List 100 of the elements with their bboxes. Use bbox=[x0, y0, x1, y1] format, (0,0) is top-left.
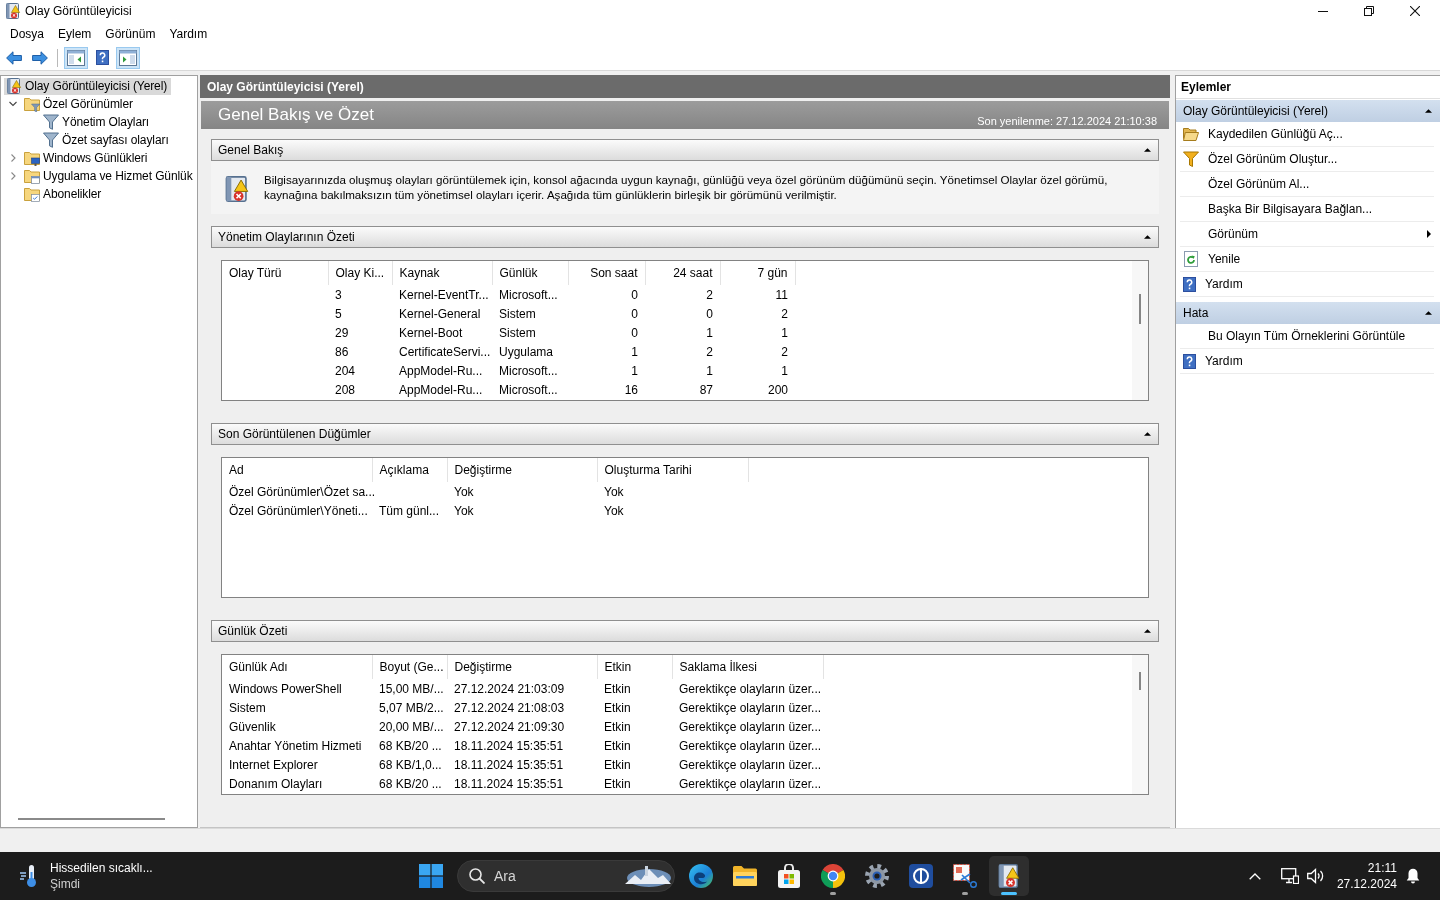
monitor-icon[interactable] bbox=[1280, 868, 1299, 884]
monitor-folder-icon bbox=[24, 150, 40, 166]
table-cell: Gerektikçe olayların üzer... bbox=[672, 679, 823, 698]
table-cell-text: 68 KB/1,0... bbox=[378, 756, 443, 774]
back-arrow-icon bbox=[6, 50, 22, 65]
column-header[interactable]: Olay Ki... bbox=[328, 261, 392, 285]
tree-item[interactable]: Windows Günlükleri bbox=[22, 149, 152, 167]
table-cell-text: CertificateServi... bbox=[398, 343, 492, 361]
chevron-right-icon[interactable] bbox=[9, 154, 17, 162]
table-cell-text: 1 bbox=[705, 324, 714, 342]
clock-time[interactable]: 21:11 bbox=[1367, 860, 1397, 876]
action-pane-button[interactable] bbox=[116, 46, 140, 69]
column-header[interactable]: Açıklama bbox=[372, 458, 447, 482]
column-header[interactable]: Kaynak bbox=[392, 261, 492, 285]
action-item[interactable]: Yenile bbox=[1180, 247, 1434, 272]
weather-title[interactable]: Hissedilen sıcaklı... bbox=[50, 860, 153, 876]
section-header[interactable]: Son Görüntülenen Düğümler bbox=[211, 423, 1159, 445]
menu-item[interactable]: Görünüm bbox=[98, 24, 163, 43]
chevron-down-icon[interactable] bbox=[9, 100, 17, 108]
column-header[interactable]: 24 saat bbox=[645, 261, 720, 285]
table-cell: Windows PowerShell bbox=[222, 679, 372, 698]
table-cell-text: 18.11.2024 15:35:51 bbox=[453, 737, 565, 755]
panel-title: Olay Görüntüleyicisi (Yerel) bbox=[200, 75, 1170, 98]
action-item[interactable]: Özel Görünüm Oluştur... bbox=[1180, 147, 1434, 172]
collapse-icon[interactable] bbox=[1144, 235, 1151, 239]
column-header[interactable]: Etkin bbox=[597, 655, 672, 679]
tree-item[interactable]: Uygulama ve Hizmet Günlük bbox=[22, 167, 197, 185]
section-header[interactable]: Günlük Özeti bbox=[211, 620, 1159, 642]
column-header[interactable]: Olay Türü bbox=[222, 261, 328, 285]
column-header[interactable]: Saklama İlkesi bbox=[672, 655, 823, 679]
action-group-header[interactable]: Olay Görüntüleyicisi (Yerel) bbox=[1176, 100, 1440, 122]
minimize-icon bbox=[1318, 10, 1328, 12]
action-item[interactable]: Kaydedilen Günlüğü Aç... bbox=[1180, 122, 1434, 147]
tree-item[interactable]: Olay Görüntüleyicisi (Yerel) bbox=[4, 77, 172, 95]
table-cell-text: Kernel-Boot bbox=[398, 324, 464, 342]
clock-date[interactable]: 27.12.2024 bbox=[1336, 876, 1397, 892]
table-cell-text: 16 bbox=[623, 381, 639, 399]
chevron-right-icon[interactable] bbox=[9, 172, 17, 180]
table-cell-text: Yok bbox=[603, 502, 625, 520]
column-header[interactable]: Ad bbox=[222, 458, 372, 482]
section-header[interactable]: Genel Bakış bbox=[211, 139, 1159, 161]
bell-icon[interactable] bbox=[1406, 868, 1420, 884]
event-log-icon bbox=[6, 78, 22, 94]
column-header[interactable]: Günlük bbox=[492, 261, 568, 285]
action-group-header[interactable]: Hata bbox=[1176, 302, 1440, 324]
tree-item[interactable]: Yönetim Olayları bbox=[41, 113, 154, 131]
table-cell-text: 5 bbox=[334, 305, 343, 323]
search-field[interactable]: Ara bbox=[457, 860, 675, 892]
column-header[interactable]: 7 gün bbox=[720, 261, 795, 285]
table-cell-text: 27.12.2024 21:08:03 bbox=[453, 699, 566, 717]
table-cell-text: Internet Explorer bbox=[228, 756, 319, 774]
app-tile-icon bbox=[909, 864, 933, 888]
section-header[interactable]: Yönetim Olaylarının Özeti bbox=[211, 226, 1159, 248]
left-pane-icon bbox=[67, 49, 85, 66]
speaker-icon[interactable] bbox=[1306, 868, 1325, 884]
menu-item[interactable]: Yardım bbox=[162, 24, 215, 43]
action-item[interactable]: Özel Görünüm Al... bbox=[1180, 172, 1434, 197]
menu-item[interactable]: Eylem bbox=[51, 24, 99, 43]
table-cell-text: 86 bbox=[334, 343, 350, 361]
tree-item[interactable]: Özet sayfası olayları bbox=[41, 131, 173, 149]
table-cell-text: 68 KB/20 ... bbox=[378, 737, 443, 755]
column-header[interactable]: Boyut (Ge... bbox=[372, 655, 447, 679]
column-header[interactable]: Değiştirme bbox=[447, 655, 597, 679]
tree-item[interactable]: Özel Görünümler bbox=[22, 95, 137, 113]
column-header[interactable]: Oluşturma Tarihi bbox=[597, 458, 748, 482]
table-cell-text: 87 bbox=[698, 381, 714, 399]
collapse-icon[interactable] bbox=[1144, 629, 1151, 633]
collapse-icon[interactable] bbox=[1425, 311, 1432, 315]
vertical-scrollbar[interactable] bbox=[1132, 261, 1148, 400]
column-header[interactable]: Değiştirme bbox=[447, 458, 597, 482]
collapse-icon[interactable] bbox=[1144, 148, 1151, 152]
window-folder-icon bbox=[24, 168, 40, 184]
table-cell: Etkin bbox=[597, 679, 672, 698]
vertical-scrollbar[interactable] bbox=[1132, 655, 1148, 794]
chevron-up-icon[interactable] bbox=[1248, 872, 1261, 880]
window-title: Olay Görüntüleyicisi bbox=[25, 4, 132, 18]
console-tree-button[interactable] bbox=[64, 46, 88, 69]
table-cell: 2 bbox=[645, 285, 720, 304]
funnel-icon bbox=[43, 114, 59, 130]
column-header[interactable]: Son saat bbox=[568, 261, 645, 285]
collapse-icon[interactable] bbox=[1425, 109, 1432, 113]
action-item[interactable]: Bu Olayın Tüm Örneklerini Görüntüle bbox=[1180, 324, 1434, 349]
action-item[interactable]: Başka Bir Bilgisayara Bağlan... bbox=[1180, 197, 1434, 222]
table-cell-text: Etkin bbox=[603, 737, 632, 755]
open-folder-icon bbox=[1183, 126, 1199, 142]
funnel-icon bbox=[43, 132, 59, 148]
column-header[interactable]: Günlük Adı bbox=[222, 655, 372, 679]
menu-item[interactable]: Dosya bbox=[3, 24, 51, 43]
action-item[interactable]: Görünüm bbox=[1180, 222, 1434, 247]
funnel-icon bbox=[1183, 151, 1199, 167]
table-cell: Kernel-EventTr... bbox=[392, 285, 492, 304]
table-cell-text: Kernel-General bbox=[398, 305, 482, 323]
help-icon bbox=[95, 50, 109, 65]
table-cell-text: Özel Görünümler\Yöneti... bbox=[228, 502, 369, 520]
action-item[interactable]: Yardım bbox=[1180, 272, 1434, 297]
action-item[interactable]: Yardım bbox=[1180, 349, 1434, 374]
table-cell-text: Donanım Olayları bbox=[228, 775, 324, 793]
tree-item[interactable]: Abonelikler bbox=[22, 185, 106, 203]
taskbar-app[interactable] bbox=[989, 856, 1029, 896]
collapse-icon[interactable] bbox=[1144, 432, 1151, 436]
